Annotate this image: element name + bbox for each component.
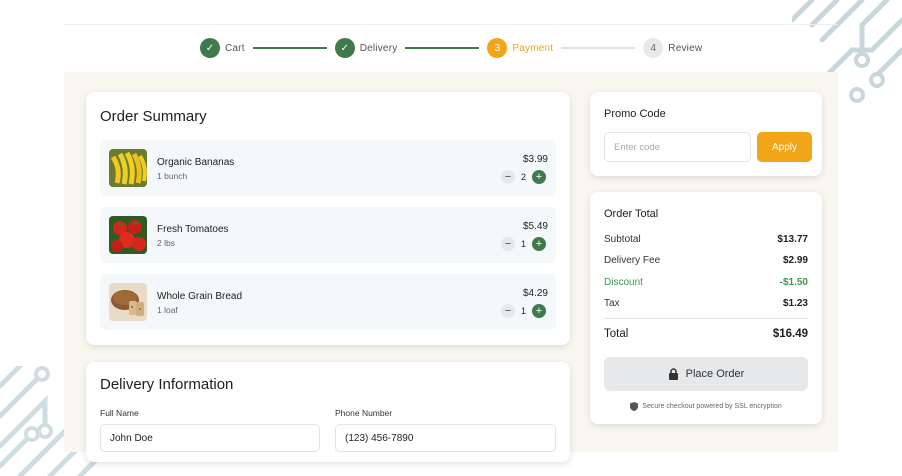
phone-number-label: Phone Number bbox=[335, 408, 393, 418]
quantity-stepper: − 2 + bbox=[500, 170, 546, 184]
tomatoes-image bbox=[109, 216, 147, 254]
item-unit: 1 loaf bbox=[157, 305, 178, 315]
secure-checkout-note: Secure checkout powered by SSL encryptio… bbox=[590, 402, 822, 411]
place-order-button[interactable]: Place Order bbox=[604, 357, 808, 391]
total-row: Total $16.49 bbox=[604, 328, 808, 340]
check-icon: ✓ bbox=[334, 38, 355, 58]
order-total-title: Order Total bbox=[604, 208, 659, 220]
delivery-fee-label: Delivery Fee bbox=[604, 255, 661, 266]
tax-row: Tax $1.23 bbox=[604, 298, 808, 309]
item-price: $5.49 bbox=[522, 221, 548, 232]
apply-button[interactable]: Apply bbox=[757, 132, 812, 162]
cart-item: Fresh Tomatoes 2 lbs $5.49 − 1 + bbox=[100, 207, 556, 263]
step-cart[interactable]: ✓ Cart bbox=[200, 38, 245, 58]
checkout-stepper: ✓ Cart ✓ Delivery 3 Payment 4 Review bbox=[200, 38, 702, 58]
total-label: Total bbox=[604, 328, 629, 340]
check-icon: ✓ bbox=[200, 38, 220, 58]
item-unit: 2 lbs bbox=[157, 238, 175, 248]
step-label: Review bbox=[668, 42, 703, 54]
step-payment[interactable]: 3 Payment bbox=[487, 38, 553, 58]
lock-icon bbox=[668, 368, 678, 380]
total-value: $16.49 bbox=[772, 328, 808, 340]
promo-code-card: Promo Code Enter code Apply bbox=[590, 92, 822, 176]
full-name-input[interactable]: John Doe bbox=[100, 424, 320, 452]
discount-label: Discount bbox=[604, 277, 643, 288]
step-number: 4 bbox=[643, 38, 664, 58]
cart-item: Organic Bananas 1 bunch $3.99 − 2 + bbox=[100, 140, 556, 196]
phone-number-input[interactable]: (123) 456-7890 bbox=[335, 424, 556, 452]
total-divider bbox=[604, 318, 808, 319]
decrease-quantity-button[interactable]: − bbox=[500, 237, 515, 251]
subtotal-row: Subtotal $13.77 bbox=[604, 234, 808, 245]
decrease-quantity-button[interactable]: − bbox=[500, 170, 515, 184]
quantity-value: 1 bbox=[520, 306, 526, 316]
step-connector bbox=[405, 47, 480, 49]
delivery-info-card: Delivery Information Full Name John Doe … bbox=[86, 362, 570, 462]
discount-row: Discount -$1.50 bbox=[604, 277, 808, 288]
delivery-info-title: Delivery Information bbox=[100, 376, 234, 393]
quantity-stepper: − 1 + bbox=[500, 237, 546, 251]
item-name: Fresh Tomatoes bbox=[157, 224, 229, 235]
step-number: 3 bbox=[487, 38, 508, 58]
step-label: Payment bbox=[512, 42, 554, 54]
promo-code-title: Promo Code bbox=[604, 108, 666, 120]
full-name-label: Full Name bbox=[100, 408, 139, 418]
item-price: $4.29 bbox=[522, 288, 548, 299]
order-summary-title: Order Summary bbox=[100, 108, 207, 125]
tax-label: Tax bbox=[604, 298, 620, 309]
bread-image bbox=[109, 283, 147, 321]
item-unit: 1 bunch bbox=[157, 171, 188, 181]
item-name: Organic Bananas bbox=[157, 157, 235, 168]
step-connector bbox=[252, 47, 327, 49]
step-review[interactable]: 4 Review bbox=[643, 38, 702, 58]
shield-icon bbox=[630, 402, 639, 411]
cart-item: Whole Grain Bread 1 loaf $4.29 − 1 + bbox=[100, 274, 556, 330]
header-divider bbox=[64, 24, 838, 25]
step-connector bbox=[561, 47, 636, 49]
promo-code-input[interactable]: Enter code bbox=[604, 132, 751, 162]
order-total-card: Order Total Subtotal $13.77 Delivery Fee… bbox=[590, 192, 822, 424]
subtotal-value: $13.77 bbox=[777, 234, 808, 245]
secure-checkout-text: Secure checkout powered by SSL encryptio… bbox=[642, 403, 782, 410]
place-order-label: Place Order bbox=[685, 368, 745, 380]
step-label: Delivery bbox=[359, 42, 398, 54]
bananas-image bbox=[109, 149, 147, 187]
quantity-value: 1 bbox=[520, 239, 526, 249]
discount-value: -$1.50 bbox=[779, 277, 808, 288]
order-summary-card: Order Summary Organic Bananas 1 bunch $3… bbox=[86, 92, 570, 345]
quantity-stepper: − 1 + bbox=[500, 304, 546, 318]
delivery-fee-value: $2.99 bbox=[782, 255, 808, 266]
delivery-fee-row: Delivery Fee $2.99 bbox=[604, 255, 808, 266]
tax-value: $1.23 bbox=[782, 298, 808, 309]
increase-quantity-button[interactable]: + bbox=[532, 170, 546, 184]
item-name: Whole Grain Bread bbox=[157, 291, 243, 302]
step-label: Cart bbox=[225, 42, 245, 54]
item-price: $3.99 bbox=[522, 154, 548, 165]
decrease-quantity-button[interactable]: − bbox=[500, 304, 515, 318]
quantity-value: 2 bbox=[520, 172, 526, 182]
increase-quantity-button[interactable]: + bbox=[532, 237, 546, 251]
increase-quantity-button[interactable]: + bbox=[532, 304, 546, 318]
subtotal-label: Subtotal bbox=[604, 234, 641, 245]
step-delivery[interactable]: ✓ Delivery bbox=[334, 38, 398, 58]
